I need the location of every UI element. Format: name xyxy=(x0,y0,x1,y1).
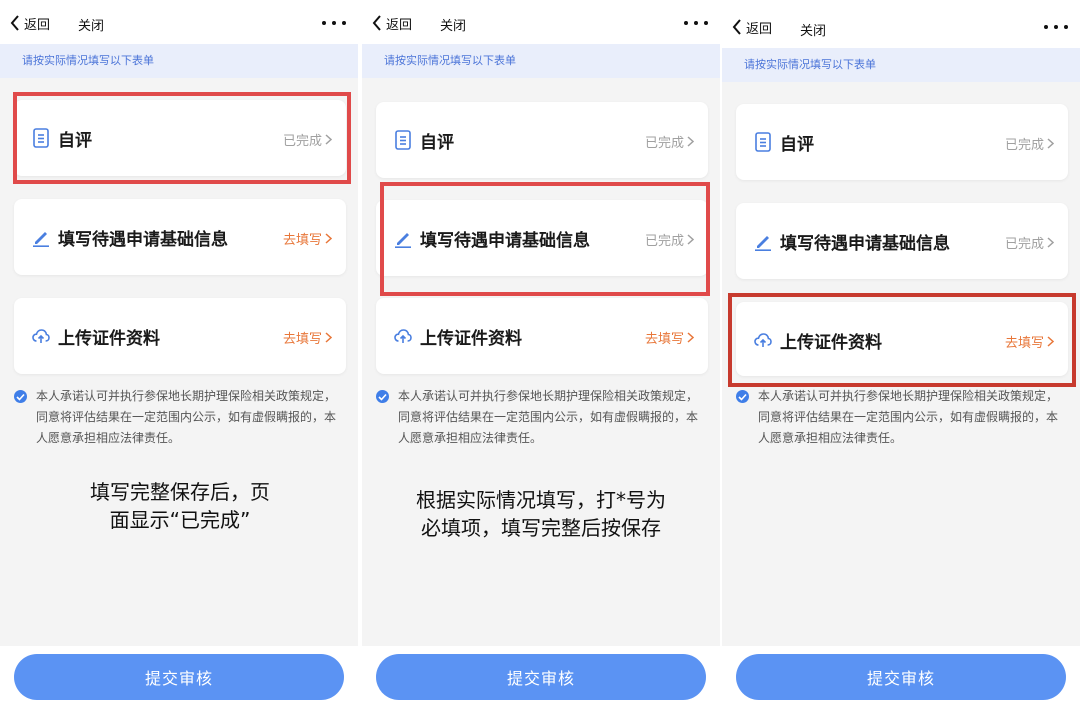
chevron-right-icon xyxy=(1047,138,1054,149)
cloud-upload-icon xyxy=(394,329,412,343)
document-icon xyxy=(395,130,411,150)
pencil-icon xyxy=(33,232,49,247)
nav-bar: 返回 关闭 xyxy=(362,0,720,44)
nav-bar: 返回 关闭 xyxy=(0,0,358,44)
footer: 提交审核 xyxy=(0,646,358,716)
instruction-text: 填写完整保存后，页 面显示“已完成” xyxy=(90,480,270,532)
card-self-eval[interactable]: 自评 已完成 xyxy=(736,104,1068,180)
card-title: 上传证件资料 xyxy=(58,329,160,349)
screen-panel-2: 返回 关闭 请按实际情况填写以下表单 自评 已完成 填写待遇申请基础信息 已完成… xyxy=(362,0,720,716)
close-button[interactable]: 关闭 xyxy=(78,15,104,34)
highlight-box xyxy=(13,92,351,184)
check-icon[interactable] xyxy=(736,390,749,403)
check-icon[interactable] xyxy=(376,390,389,403)
status-done[interactable]: 已完成 xyxy=(645,132,694,151)
card-title: 自评 xyxy=(780,135,814,155)
card-self-eval[interactable]: 自评 已完成 xyxy=(376,102,708,178)
footer: 提交审核 xyxy=(362,646,720,716)
back-button[interactable]: 返回 xyxy=(372,12,412,34)
status-todo[interactable]: 去填写 xyxy=(645,328,694,347)
back-button[interactable]: 返回 xyxy=(10,12,50,34)
status-todo[interactable]: 去填写 xyxy=(283,229,332,248)
back-label: 返回 xyxy=(746,21,773,37)
submit-button[interactable]: 提交审核 xyxy=(14,654,344,700)
check-icon[interactable] xyxy=(14,390,27,403)
close-button[interactable]: 关闭 xyxy=(800,20,826,39)
pencil-icon xyxy=(755,236,771,251)
card-upload[interactable]: 上传证件资料 去填写 xyxy=(14,298,346,374)
card-basic-info[interactable]: 填写待遇申请基础信息 已完成 xyxy=(736,203,1068,279)
card-title: 上传证件资料 xyxy=(420,329,522,349)
chevron-right-icon xyxy=(1047,237,1054,248)
form-hint: 请按实际情况填写以下表单 xyxy=(722,48,1080,82)
more-icon[interactable] xyxy=(1044,16,1068,38)
agreement-text: 本人承诺认可并执行参保地长期护理保险相关政策规定，同意将评估结果在一定范围内公示… xyxy=(758,389,1059,445)
submit-button[interactable]: 提交审核 xyxy=(376,654,706,700)
chevron-right-icon xyxy=(687,332,694,343)
card-upload[interactable]: 上传证件资料 去填写 xyxy=(376,298,708,374)
chevron-right-icon xyxy=(325,332,332,343)
agreement: 本人承诺认可并执行参保地长期护理保险相关政策规定，同意将评估结果在一定范围内公示… xyxy=(736,386,1066,449)
card-title: 自评 xyxy=(420,133,454,153)
cloud-upload-icon xyxy=(32,329,50,343)
status-done[interactable]: 已完成 xyxy=(1005,134,1054,153)
screen-panel-1: 返回 关闭 请按实际情况填写以下表单 自评 已完成 填写待遇申请基础信息 去填写… xyxy=(0,0,358,716)
card-title: 填写待遇申请基础信息 xyxy=(780,234,950,254)
highlight-box xyxy=(728,293,1076,387)
status-done[interactable]: 已完成 xyxy=(1005,233,1054,252)
agreement-text: 本人承诺认可并执行参保地长期护理保险相关政策规定，同意将评估结果在一定范围内公示… xyxy=(398,389,699,445)
agreement-text: 本人承诺认可并执行参保地长期护理保险相关政策规定，同意将评估结果在一定范围内公示… xyxy=(36,389,337,445)
form-hint: 请按实际情况填写以下表单 xyxy=(362,44,720,78)
back-label: 返回 xyxy=(24,17,51,33)
nav-bar: 返回 关闭 xyxy=(722,0,1080,48)
card-title: 填写待遇申请基础信息 xyxy=(58,230,228,250)
chevron-left-icon xyxy=(372,15,381,31)
submit-button[interactable]: 提交审核 xyxy=(736,654,1066,700)
document-icon xyxy=(755,132,771,152)
close-button[interactable]: 关闭 xyxy=(440,15,466,34)
form-hint: 请按实际情况填写以下表单 xyxy=(0,44,358,78)
more-icon[interactable] xyxy=(684,12,708,34)
status-todo[interactable]: 去填写 xyxy=(283,328,332,347)
back-button[interactable]: 返回 xyxy=(732,16,772,38)
instruction-text: 根据实际情况填写，打*号为 必填项，填写完整后按保存 xyxy=(416,488,666,540)
highlight-box xyxy=(380,182,710,296)
agreement: 本人承诺认可并执行参保地长期护理保险相关政策规定，同意将评估结果在一定范围内公示… xyxy=(14,386,344,449)
agreement: 本人承诺认可并执行参保地长期护理保险相关政策规定，同意将评估结果在一定范围内公示… xyxy=(376,386,706,449)
back-label: 返回 xyxy=(386,17,413,33)
footer: 提交审核 xyxy=(722,646,1080,716)
more-icon[interactable] xyxy=(322,12,346,34)
chevron-right-icon xyxy=(687,136,694,147)
card-basic-info[interactable]: 填写待遇申请基础信息 去填写 xyxy=(14,199,346,275)
chevron-right-icon xyxy=(325,233,332,244)
screen-panel-3: 返回 关闭 请按实际情况填写以下表单 自评 已完成 填写待遇申请基础信息 已完成… xyxy=(722,0,1080,716)
chevron-left-icon xyxy=(10,15,19,31)
chevron-left-icon xyxy=(732,19,741,35)
